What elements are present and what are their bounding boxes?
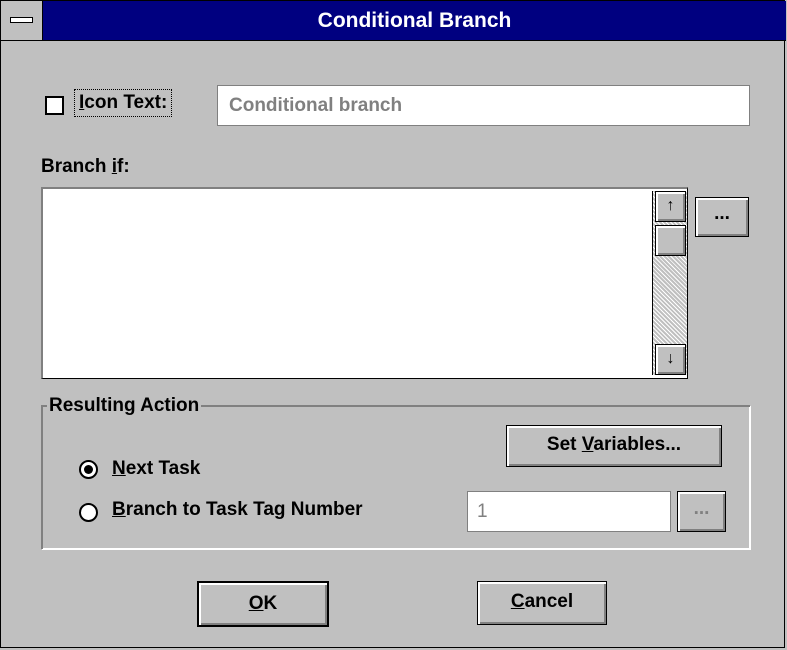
title-bar: Conditional Branch <box>1 1 786 41</box>
icon-text-label[interactable]: Icon Text: <box>73 89 173 117</box>
next-task-label[interactable]: Next Task <box>112 458 200 480</box>
resulting-action-title: Resulting Action <box>47 395 202 417</box>
scroll-thumb[interactable] <box>655 225 686 256</box>
task-tag-browse-button[interactable]: ... <box>677 491 726 532</box>
ok-button[interactable]: OK <box>197 581 329 627</box>
branch-if-scrollbar[interactable]: ↑ ↓ <box>652 191 687 375</box>
system-menu-icon <box>10 17 33 23</box>
branch-to-tag-label[interactable]: Branch to Task Tag Number <box>112 499 363 521</box>
branch-to-tag-radio[interactable] <box>79 503 98 522</box>
branch-if-label: Branch if: <box>41 156 130 177</box>
set-variables-button[interactable]: Set Variables... <box>506 425 722 467</box>
next-task-radio[interactable] <box>79 460 98 479</box>
branch-if-browse-button[interactable]: ... <box>695 197 749 237</box>
radio-selected-dot <box>84 465 93 474</box>
scroll-up-button[interactable]: ↑ <box>655 191 686 222</box>
task-tag-number-input[interactable]: 1 <box>467 491 671 532</box>
branch-if-textarea[interactable] <box>41 187 688 379</box>
arrow-down-icon: ↓ <box>666 350 675 367</box>
scroll-down-button[interactable]: ↓ <box>655 344 686 375</box>
cancel-button[interactable]: Cancel <box>477 581 607 625</box>
arrow-up-icon: ↑ <box>666 197 675 214</box>
icon-text-checkbox[interactable] <box>45 96 64 115</box>
icon-text-input[interactable]: Conditional branch <box>217 85 750 126</box>
window-title: Conditional Branch <box>317 9 512 32</box>
system-menu-button[interactable] <box>1 1 43 40</box>
conditional-branch-dialog: Conditional Branch Icon Text: Conditiona… <box>0 0 786 648</box>
